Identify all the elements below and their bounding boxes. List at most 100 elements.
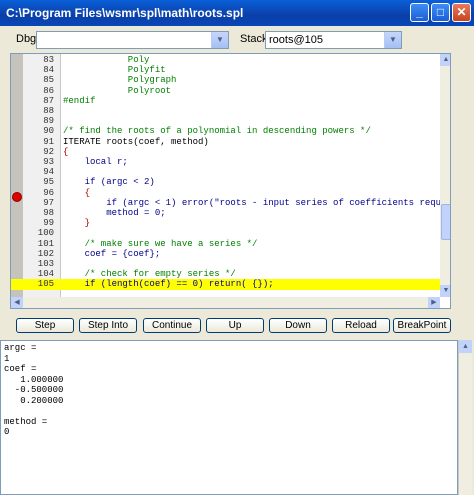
up-button[interactable]: Up — [206, 318, 264, 333]
line-number: 102 — [37, 248, 54, 259]
code-editor[interactable]: 83 Poly 84 Polyfit 85 Polygraph 86 Polyroot… — [10, 53, 451, 309]
line-number: 92 — [43, 146, 54, 157]
code-line[interactable]: 103 — [11, 259, 440, 269]
line-number: 97 — [43, 197, 54, 208]
line-number: 88 — [43, 106, 54, 116]
code-line[interactable]: 102 coef = {coef}; — [11, 249, 440, 259]
maximize-icon[interactable]: □ — [431, 3, 450, 22]
code-text: /* make sure we have a series */ — [63, 238, 258, 249]
vertical-scrollbar[interactable]: ▲ ▼ — [440, 54, 450, 297]
scroll-down-icon[interactable]: ▼ — [440, 285, 450, 297]
continue-button[interactable]: Continue — [143, 318, 201, 333]
code-text: method = 0; — [63, 208, 166, 218]
code-text: if (argc < 1) error("roots - input serie… — [63, 197, 451, 208]
code-line[interactable]: 85 Polygraph — [11, 75, 440, 85]
code-line[interactable]: 99 } — [11, 218, 440, 228]
code-text: { — [63, 146, 69, 157]
code-text: if (length(coef) == 0) return( {}); — [63, 279, 274, 290]
chevron-down-icon[interactable]: ▼ — [211, 32, 228, 48]
code-line[interactable]: 92 { — [11, 147, 440, 157]
line-number: 90 — [43, 126, 54, 137]
line-number: 103 — [37, 259, 54, 269]
code-text: Poly — [63, 55, 150, 65]
code-line[interactable]: 97 if (argc < 1) error("roots - input se… — [11, 197, 450, 208]
line-number: 85 — [43, 75, 54, 86]
code-area[interactable]: 83 Poly 84 Polyfit 85 Polygraph 86 Polyroot… — [11, 54, 450, 297]
scroll-left-icon[interactable]: ◀ — [11, 297, 23, 308]
code-line[interactable]: 87 #endif — [11, 96, 440, 106]
code-text: { — [63, 187, 91, 198]
scroll-thumb[interactable] — [441, 204, 450, 240]
step-button[interactable]: Step — [16, 318, 74, 333]
code-line[interactable]: 86 Polyroot — [11, 86, 440, 96]
scroll-right-icon[interactable]: ▶ — [428, 297, 440, 308]
code-line[interactable]: 101 /* make sure we have a series */ — [11, 239, 440, 249]
line-number: 101 — [37, 238, 54, 249]
code-text: /* find the roots of a polynomial in des… — [63, 126, 371, 137]
line-number: 86 — [43, 85, 54, 96]
line-number: 84 — [43, 65, 54, 76]
line-number: 87 — [43, 95, 54, 106]
code-line[interactable]: 83 Poly — [11, 55, 440, 65]
code-line[interactable]: 90 /* find the roots of a polynomial in d… — [11, 126, 440, 136]
code-line[interactable]: 84 Polyfit — [11, 65, 440, 75]
code-text: Polyroot — [63, 85, 172, 96]
output-line: method = — [4, 416, 48, 427]
line-number: 91 — [43, 136, 54, 147]
code-line[interactable]: 105 if (length(coef) == 0) return( {}); — [11, 279, 440, 290]
scroll-up-icon[interactable]: ▲ — [440, 54, 450, 66]
minimize-icon[interactable]: _ — [410, 3, 429, 22]
step-into-button[interactable]: Step Into — [79, 318, 137, 333]
code-text: /* check for empty series */ — [63, 269, 236, 280]
horizontal-scrollbar[interactable]: ◀ ▶ — [11, 297, 440, 308]
output-line: 0.200000 — [4, 395, 64, 406]
code-text: ITERATE roots(coef, method) — [63, 136, 209, 147]
line-number: 94 — [43, 167, 54, 178]
line-number: 96 — [43, 187, 54, 198]
dbg-dropdown[interactable]: ▼ — [36, 31, 229, 49]
stack-value: roots@105 — [269, 34, 323, 46]
stack-dropdown[interactable]: roots@105 ▼ — [265, 31, 402, 49]
code-text: } — [63, 218, 91, 229]
code-text: Polyfit — [63, 65, 166, 76]
line-number: 99 — [43, 218, 54, 229]
line-number: 83 — [43, 55, 54, 65]
output-line: coef = — [4, 364, 37, 374]
close-icon[interactable]: ✕ — [452, 3, 471, 22]
variables-output-pane[interactable]: argc = 1 coef = 1.000000 -0.500000 0.20000… — [0, 340, 458, 495]
window-title: C:\Program Files\wsmr\spl\math\roots.spl — [6, 6, 244, 20]
code-line[interactable]: 93 local r; — [11, 157, 440, 167]
line-number: 105 — [37, 279, 54, 290]
reload-button[interactable]: Reload — [332, 318, 390, 333]
breakpoint-button[interactable]: BreakPoint — [393, 318, 451, 333]
code-text: coef = {coef}; — [63, 248, 161, 259]
code-text: if (argc < 2) — [63, 177, 155, 188]
chevron-down-icon[interactable]: ▼ — [384, 32, 401, 48]
line-number: 100 — [37, 228, 54, 239]
code-line[interactable]: 94 — [11, 167, 440, 177]
output-line: -0.500000 — [4, 385, 64, 395]
breakpoint-icon[interactable] — [12, 192, 22, 202]
line-number: 104 — [37, 269, 54, 280]
code-text: #endif — [63, 95, 96, 106]
code-line[interactable]: 88 — [11, 106, 440, 116]
line-number: 89 — [43, 116, 54, 127]
down-button[interactable]: Down — [269, 318, 327, 333]
output-line: 1.000000 — [4, 374, 64, 385]
line-number: 93 — [43, 157, 54, 167]
output-line: 0 — [4, 427, 10, 437]
output-line: 1 — [4, 353, 10, 364]
code-line[interactable]: 100 — [11, 228, 440, 238]
code-text: local r; — [63, 157, 128, 167]
code-line[interactable]: 91 ITERATE roots(coef, method) — [11, 137, 440, 147]
code-line[interactable]: 104 /* check for empty series */ — [11, 269, 440, 279]
code-line[interactable]: 96 { — [11, 188, 440, 198]
output-vertical-scrollbar[interactable]: ▲ — [458, 340, 472, 495]
code-line[interactable]: 89 — [11, 116, 440, 126]
line-number: 95 — [43, 177, 54, 188]
code-text: Polygraph — [63, 75, 177, 86]
code-line[interactable]: 95 if (argc < 2) — [11, 177, 440, 187]
code-line[interactable]: 98 method = 0; — [11, 208, 440, 218]
line-number: 98 — [43, 208, 54, 218]
scroll-up-icon[interactable]: ▲ — [459, 340, 472, 353]
